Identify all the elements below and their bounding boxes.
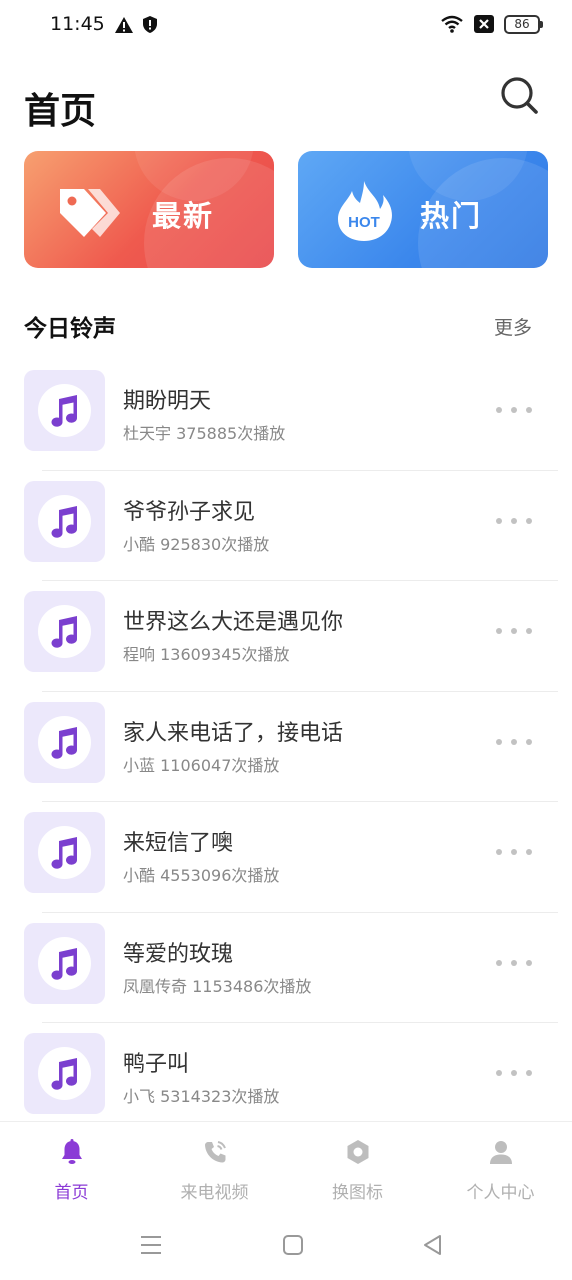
more-options-icon[interactable] bbox=[496, 511, 532, 531]
more-options-icon[interactable] bbox=[496, 400, 532, 420]
ringtone-plays: 925830次播放 bbox=[160, 534, 270, 554]
nav-change-icon[interactable]: 换图标 bbox=[286, 1122, 429, 1211]
more-options-icon[interactable] bbox=[496, 732, 532, 752]
ringtone-artist: 凤凰传奇 bbox=[123, 976, 188, 996]
list-item[interactable]: 家人来电话了，接电话 小蓝 1106047次播放 bbox=[0, 692, 572, 802]
ringtone-meta: 杜天宇 375885次播放 bbox=[123, 420, 285, 444]
ringtone-meta: 小蓝 1106047次播放 bbox=[123, 752, 279, 776]
shield-icon bbox=[143, 16, 157, 33]
nav-home[interactable]: 首页 bbox=[0, 1122, 143, 1211]
nav-change-icon-label: 换图标 bbox=[332, 1183, 383, 1203]
status-time: 11:45 bbox=[50, 13, 105, 35]
list-item[interactable]: 爷爷孙子求见 小酷 925830次播放 bbox=[0, 471, 572, 581]
ringtone-plays: 5314323次播放 bbox=[160, 1087, 280, 1106]
nav-profile[interactable]: 个人中心 bbox=[429, 1122, 572, 1211]
nav-call-video[interactable]: 来电视频 bbox=[143, 1122, 286, 1211]
menu-icon[interactable] bbox=[138, 1232, 164, 1258]
section-title: 今日铃声 bbox=[24, 316, 116, 342]
music-note-icon bbox=[51, 505, 78, 538]
ringtone-plays: 375885次播放 bbox=[176, 424, 286, 443]
ringtone-cover bbox=[24, 370, 105, 451]
ringtone-cover bbox=[24, 1033, 105, 1114]
ringtone-plays: 4553096次播放 bbox=[160, 866, 280, 885]
search-button[interactable] bbox=[498, 74, 542, 118]
hot-flame-icon: HOT bbox=[338, 181, 392, 241]
bell-icon bbox=[61, 1139, 82, 1164]
list-item[interactable]: 鸭子叫小飞 5314323次播放 bbox=[0, 1023, 572, 1134]
ringtone-title: 家人来电话了，接电话 bbox=[123, 720, 344, 746]
ringtone-meta: 凤凰传奇 1153486次播放 bbox=[123, 973, 311, 997]
music-note-icon bbox=[51, 947, 78, 980]
status-system-icons: 86 bbox=[440, 14, 543, 34]
ringtone-title: 来短信了噢 bbox=[123, 831, 234, 856]
hot-badge-text: HOT bbox=[348, 214, 380, 231]
ringtone-meta: 程响 13609345次播放 bbox=[123, 641, 290, 665]
ringtone-artist: 小酷 bbox=[123, 866, 156, 885]
music-note-icon bbox=[51, 395, 78, 427]
ringtone-cover bbox=[24, 591, 105, 672]
ringtone-plays: 1153486次播放 bbox=[192, 976, 312, 996]
music-note-icon bbox=[51, 1058, 78, 1090]
more-options-icon[interactable] bbox=[496, 842, 532, 862]
status-bar: 11:45 86 bbox=[0, 0, 572, 52]
battery-icon: 86 bbox=[504, 14, 543, 34]
music-note-icon bbox=[51, 726, 78, 759]
banner-hot-label: 热门 bbox=[420, 199, 483, 233]
ringtone-artist: 程响 bbox=[123, 645, 156, 664]
banner-hot[interactable]: HOT 热门 bbox=[298, 151, 548, 268]
wifi-icon bbox=[441, 15, 463, 33]
nav-home-label: 首页 bbox=[54, 1183, 89, 1203]
ringtone-cover bbox=[24, 701, 105, 783]
ringtone-plays: 13609345次播放 bbox=[160, 645, 290, 664]
ringtone-title: 等爱的玫瑰 bbox=[123, 941, 234, 967]
banner-latest-label: 最新 bbox=[152, 199, 215, 233]
ringtone-artist: 杜天宇 bbox=[123, 424, 172, 443]
page-title: 首页 bbox=[24, 91, 97, 132]
ringtone-meta: 小酷 925830次播放 bbox=[123, 531, 269, 555]
more-options-icon[interactable] bbox=[496, 953, 532, 973]
hexagon-icon bbox=[347, 1140, 368, 1164]
list-item[interactable]: 世界这么大还是遇见你 程响 13609345次播放 bbox=[0, 581, 572, 692]
person-icon bbox=[489, 1141, 512, 1164]
ringtone-artist: 小蓝 bbox=[123, 755, 156, 775]
banner-latest[interactable]: 最新 bbox=[24, 151, 274, 268]
music-note-icon bbox=[51, 837, 78, 869]
list-item[interactable]: 期盼明天杜天宇 375885次播放 bbox=[0, 360, 572, 471]
ringtone-cover bbox=[24, 922, 105, 1004]
ringtone-cover bbox=[24, 812, 105, 893]
list-item[interactable]: 来短信了噢小酷 4553096次播放 bbox=[0, 802, 572, 913]
ringtone-title: 爷爷孙子求见 bbox=[123, 499, 256, 525]
ringtone-plays: 1106047次播放 bbox=[160, 755, 280, 775]
more-options-icon[interactable] bbox=[496, 621, 532, 641]
music-note-icon bbox=[51, 616, 78, 648]
warning-icon bbox=[115, 16, 133, 33]
nav-call-video-label: 来电视频 bbox=[180, 1183, 249, 1203]
ringtone-title: 鸭子叫 bbox=[123, 1052, 190, 1077]
home-square-icon[interactable] bbox=[280, 1232, 306, 1258]
phone-icon bbox=[204, 1141, 226, 1163]
signal-off-icon bbox=[474, 15, 494, 33]
nav-profile-label: 个人中心 bbox=[466, 1183, 535, 1203]
system-nav-bar bbox=[0, 1212, 572, 1280]
status-notifications bbox=[114, 15, 158, 34]
more-options-icon[interactable] bbox=[496, 1063, 532, 1083]
search-icon bbox=[501, 77, 538, 114]
ringtone-list: 期盼明天 杜天宇 375885次播放 爷爷孙子求见 小酷 925830次播放 世界这么大… bbox=[0, 360, 572, 1134]
ringtone-title: 期盼明天 bbox=[123, 389, 212, 414]
more-link[interactable]: 更多 bbox=[494, 313, 532, 340]
ringtone-meta: 小飞 5314323次播放 bbox=[123, 1083, 279, 1107]
ringtone-artist: 小飞 bbox=[123, 1087, 156, 1106]
back-triangle-icon[interactable] bbox=[420, 1232, 446, 1258]
tags-icon bbox=[60, 189, 120, 237]
list-item[interactable]: 等爱的玫瑰凤凰传奇 1153486次播放 bbox=[0, 913, 572, 1023]
ringtone-meta: 小酷 4553096次播放 bbox=[123, 862, 279, 886]
ringtone-cover bbox=[24, 480, 105, 562]
ringtone-artist: 小酷 bbox=[123, 534, 156, 554]
bottom-nav: 首页 来电视频 换图标 个人中心 bbox=[0, 1121, 572, 1211]
ringtone-title: 世界这么大还是遇见你 bbox=[123, 610, 344, 635]
